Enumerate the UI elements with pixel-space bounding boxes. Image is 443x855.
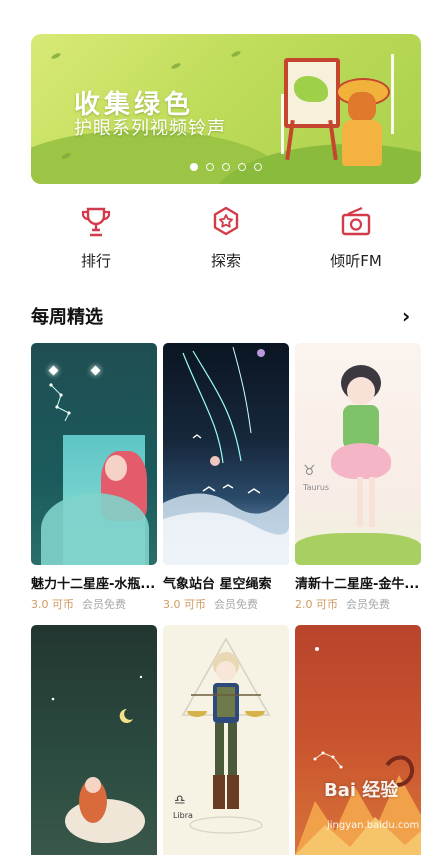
ringtone-card[interactable]: 气象站台 星空绳索 3.0 可币 会员免费 bbox=[163, 343, 289, 612]
banner-subtitle: 护眼系列视频铃声 bbox=[74, 118, 226, 139]
card-meta: 2.0 可币 会员免费 bbox=[295, 596, 421, 612]
windmill-illustration bbox=[391, 54, 394, 134]
carousel-dot[interactable] bbox=[254, 163, 262, 171]
card-member: 会员免费 bbox=[214, 598, 258, 611]
nav-fm-label: 倾听FM bbox=[330, 252, 382, 270]
leaf-decoration bbox=[50, 52, 62, 60]
card-thumbnail: ♎ Libra bbox=[163, 625, 289, 855]
card-price: 2.0 可币 bbox=[295, 598, 338, 611]
star-decoration bbox=[48, 365, 59, 376]
constellation-illustration bbox=[49, 383, 71, 422]
leaf-decoration bbox=[230, 50, 242, 58]
section-title: 每周精选 bbox=[31, 307, 103, 328]
taurus-girl-leg bbox=[357, 477, 363, 527]
leaf-decoration bbox=[170, 62, 182, 70]
water-illustration bbox=[41, 493, 149, 565]
taurus-girl-face bbox=[347, 377, 375, 405]
nav-explore[interactable]: 探索 bbox=[171, 206, 281, 271]
painter-girl-hair bbox=[348, 92, 376, 122]
star-decoration bbox=[90, 365, 101, 376]
watermark-url: jingyan.baidu.com bbox=[327, 820, 420, 831]
nav-ranking-label: 排行 bbox=[80, 252, 111, 270]
chevron-right-icon[interactable]: › bbox=[402, 304, 410, 328]
carousel-dot[interactable] bbox=[206, 163, 214, 171]
carousel-indicator bbox=[190, 163, 262, 171]
radio-icon bbox=[341, 206, 371, 236]
card-price: 3.0 可币 bbox=[163, 598, 206, 611]
libra-symbol-icon: ♎ bbox=[174, 793, 186, 808]
carousel-dot[interactable] bbox=[222, 163, 230, 171]
quick-nav: 排行 探索 倾听FM bbox=[0, 206, 443, 276]
aquarius-girl-face bbox=[105, 455, 127, 481]
easel-illustration bbox=[284, 58, 340, 128]
card-thumbnail bbox=[163, 343, 289, 565]
explore-star-icon bbox=[213, 206, 239, 236]
ringtone-card[interactable]: 魅力十二星座-水瓶... 3.0 可币 会员免费 bbox=[31, 343, 157, 612]
watermark-logo: Bai 经验 bbox=[324, 780, 399, 801]
taurus-girl-skirt bbox=[331, 443, 391, 479]
card-price: 3.0 可币 bbox=[31, 598, 74, 611]
banner-carousel[interactable]: 收集绿色 护眼系列视频铃声 bbox=[31, 34, 421, 184]
taurus-girl-leg bbox=[369, 477, 375, 527]
libra-illustration bbox=[181, 637, 271, 834]
painter-girl-body bbox=[342, 120, 382, 166]
card-meta: 3.0 可币 会员免费 bbox=[31, 596, 157, 612]
carousel-dot[interactable] bbox=[190, 163, 198, 171]
card-thumbnail bbox=[31, 343, 157, 565]
card-title: 气象站台 星空绳索 bbox=[163, 577, 272, 592]
card-title: 魅力十二星座-水瓶... bbox=[31, 577, 156, 592]
night-forest-illustration bbox=[51, 675, 145, 843]
ringtone-card[interactable]: ♉ Taurus 清新十二星座-金牛... 2.0 可币 会员免费 bbox=[295, 343, 421, 612]
nav-ranking[interactable]: 排行 bbox=[41, 206, 151, 271]
ringtone-card[interactable] bbox=[31, 625, 157, 855]
trophy-icon bbox=[81, 207, 111, 237]
taurus-symbol-icon: ♉ bbox=[303, 463, 316, 479]
grass-illustration bbox=[295, 533, 421, 565]
nav-explore-label: 探索 bbox=[210, 252, 241, 270]
taurus-caption: Taurus bbox=[303, 483, 330, 492]
carousel-dot[interactable] bbox=[238, 163, 246, 171]
card-member: 会员免费 bbox=[346, 598, 390, 611]
ringtone-card[interactable]: ♎ Libra bbox=[163, 625, 289, 855]
card-member: 会员免费 bbox=[82, 598, 126, 611]
card-title: 清新十二星座-金牛... bbox=[295, 577, 420, 592]
libra-caption: Libra bbox=[173, 811, 193, 820]
nav-fm[interactable]: 倾听FM bbox=[301, 206, 411, 271]
starry-sky-illustration bbox=[163, 346, 289, 565]
card-thumbnail bbox=[31, 625, 157, 855]
card-thumbnail: ♉ Taurus bbox=[295, 343, 421, 565]
card-meta: 3.0 可币 会员免费 bbox=[163, 596, 289, 612]
